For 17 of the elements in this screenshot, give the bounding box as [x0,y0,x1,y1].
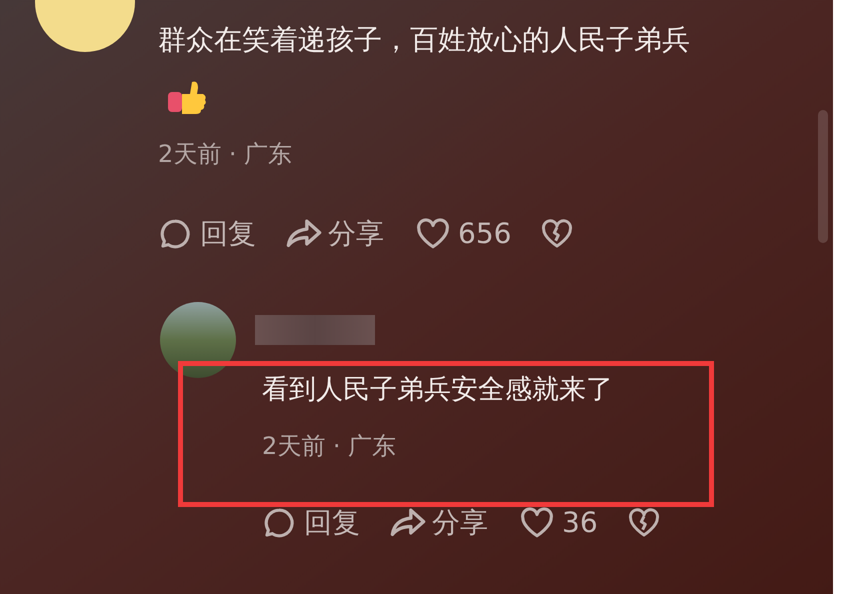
comment-meta: 2天前 · 广东 [158,139,292,170]
comment-text: 看到人民子弟兵安全感就来了 [262,373,613,407]
like-button[interactable]: 36 [520,503,598,543]
broken-heart-icon [628,508,660,538]
heart-icon [416,218,450,250]
comment-icon [158,217,192,251]
share-button[interactable]: 分享 [388,503,488,543]
comment-icon [262,506,296,540]
share-button[interactable]: 分享 [284,214,384,254]
heart-icon [520,507,554,539]
like-button[interactable]: 656 [416,214,512,254]
comment-text: 群众在笑着递孩子，百姓放心的人民子弟兵 [158,22,690,58]
reply-button[interactable]: 回复 [158,214,256,254]
scrollbar[interactable] [818,110,828,243]
broken-heart-icon [541,219,574,249]
reply-button[interactable]: 回复 [262,503,360,543]
comment-meta: 2天前 · 广东 [262,431,396,462]
